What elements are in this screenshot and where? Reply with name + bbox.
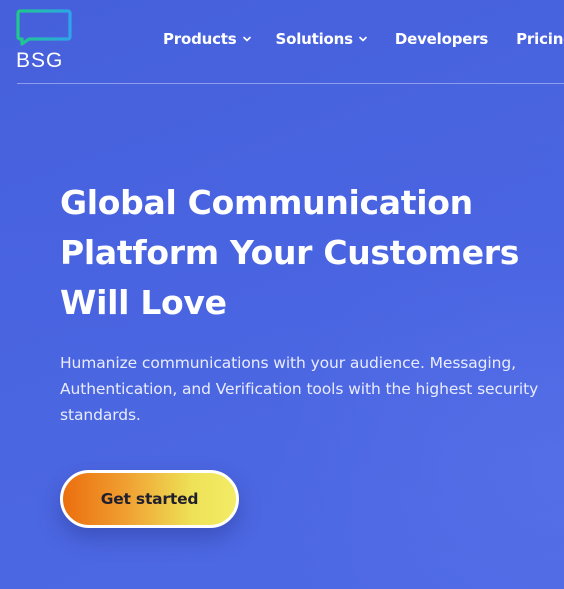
- nav-item-label: Products: [163, 30, 237, 48]
- nav-item-solutions[interactable]: Solutions: [276, 30, 368, 48]
- get-started-label: Get started: [100, 490, 199, 508]
- nav-item-pricing[interactable]: Pricing: [516, 30, 564, 48]
- logo-mark-icon: [16, 9, 72, 46]
- nav-item-label: Solutions: [275, 30, 354, 48]
- chevron-down-icon: [242, 36, 251, 42]
- site-header: BSG Products Solutions Developers Pricin…: [0, 0, 564, 84]
- nav-item-products[interactable]: Products: [163, 30, 252, 48]
- nav-item-label: Pricing: [516, 30, 564, 48]
- get-started-button[interactable]: Get started: [60, 470, 239, 528]
- chevron-down-icon: [359, 36, 367, 42]
- hero-subtitle: Humanize communications with your audien…: [60, 354, 539, 424]
- brand-logo[interactable]: BSG: [16, 8, 72, 72]
- logo-wordmark: BSG: [16, 49, 64, 72]
- nav-item-label: Developers: [394, 30, 489, 48]
- nav-item-developers[interactable]: Developers: [395, 30, 488, 48]
- header-divider: [17, 83, 564, 84]
- hero-title: Global Communication Platform Your Custo…: [60, 183, 520, 322]
- main-nav: Products Solutions Developers Pricing: [163, 30, 564, 48]
